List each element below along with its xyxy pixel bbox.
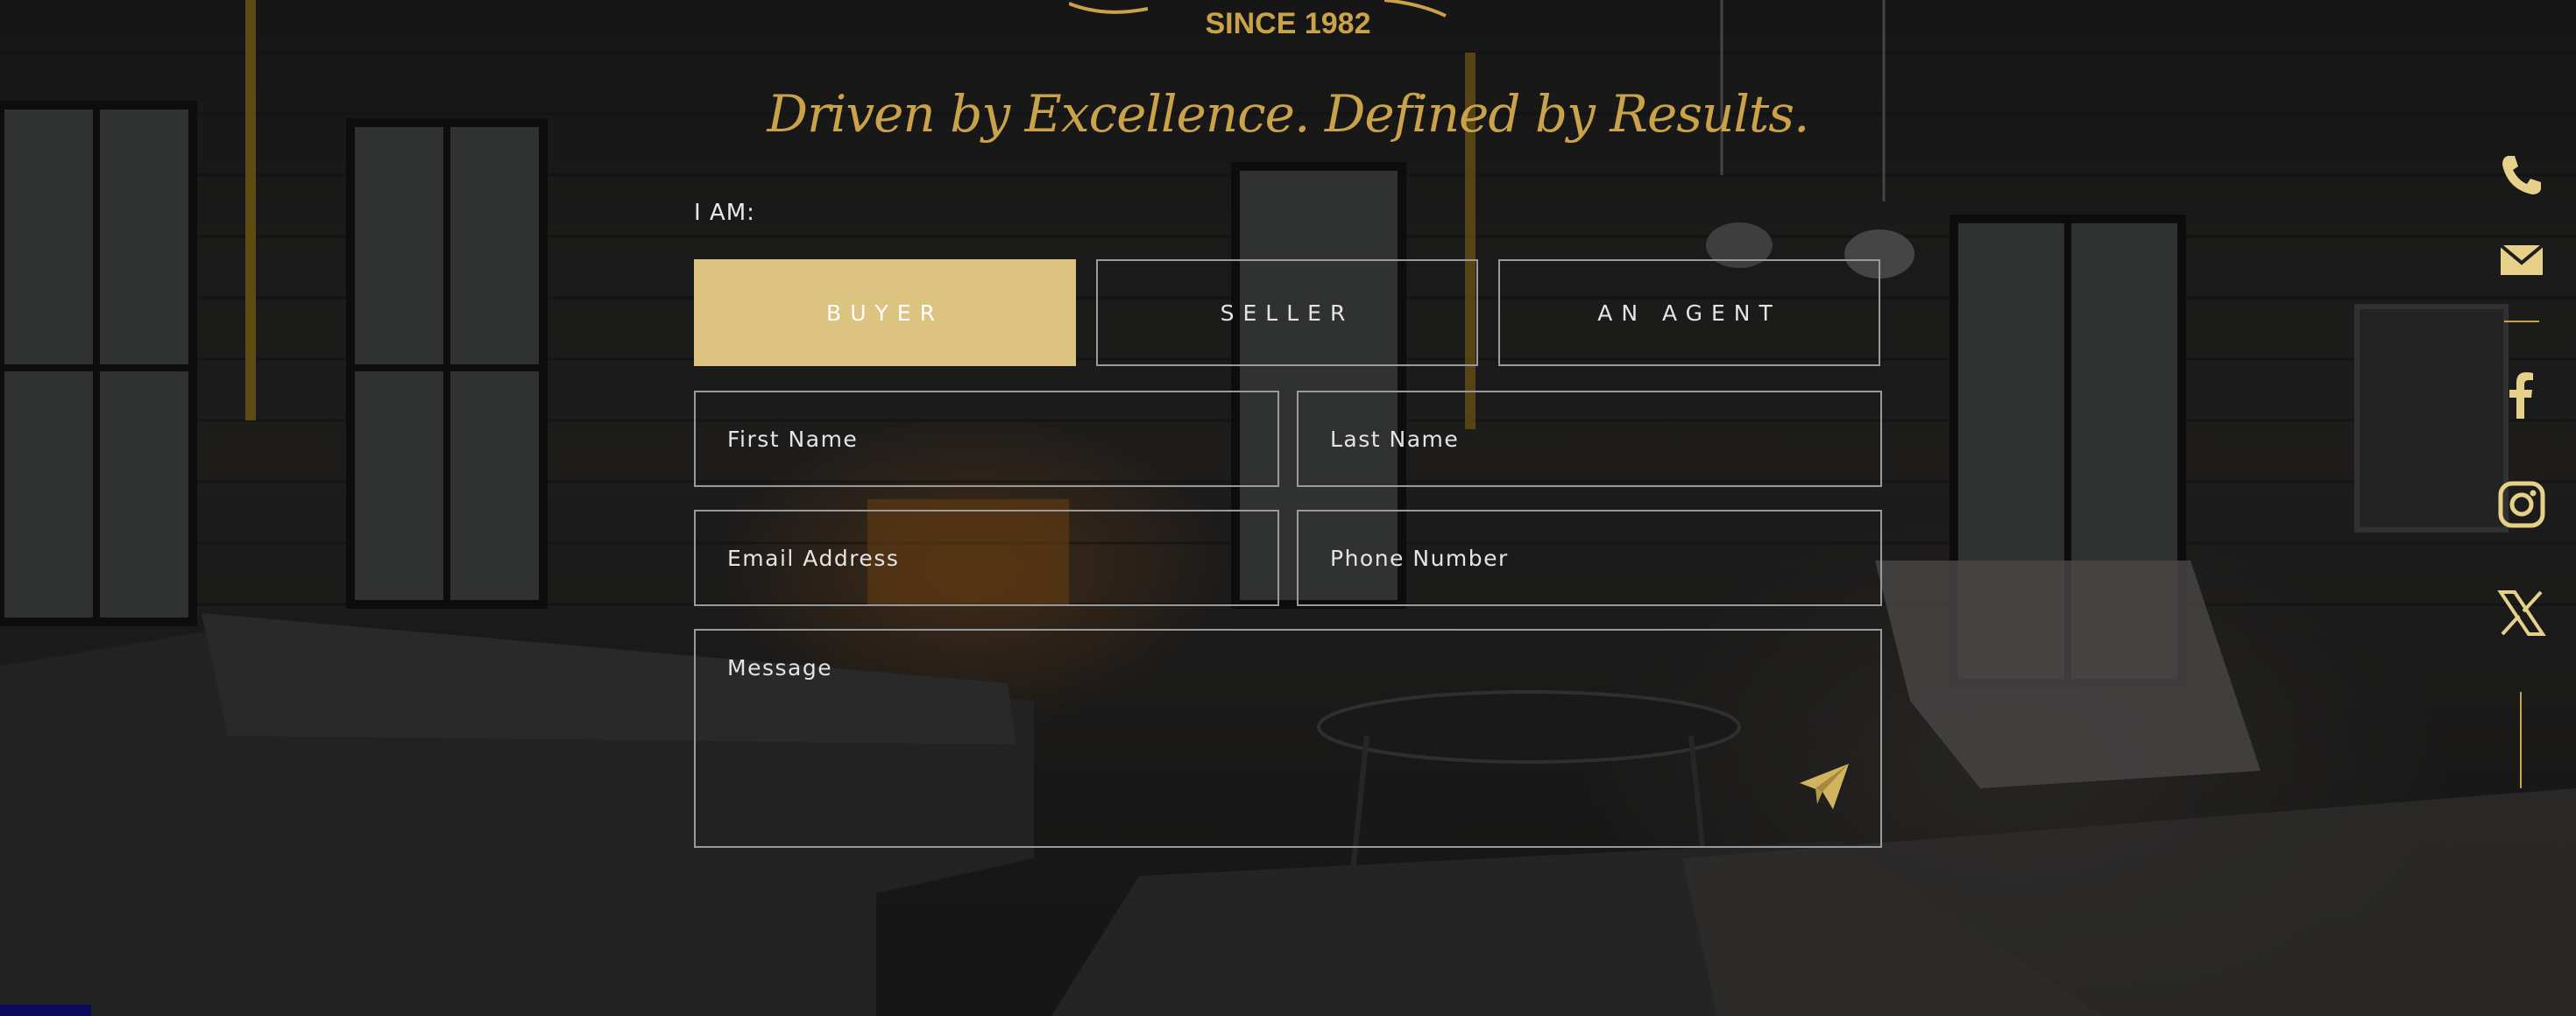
phone-icon[interactable]	[2495, 149, 2548, 201]
page-headline: Driven by Excellence. Defined by Results…	[767, 84, 1810, 144]
social-divider	[2504, 321, 2539, 322]
logo-since-text: SINCE 1982	[1205, 7, 1371, 40]
phone-input[interactable]	[1297, 510, 1882, 606]
role-selector: BUYER SELLER AN AGENT	[694, 259, 1882, 368]
x-icon[interactable]	[2495, 587, 2548, 639]
role-agent-button[interactable]: AN AGENT	[1498, 259, 1880, 366]
role-buyer-button[interactable]: BUYER	[694, 259, 1076, 366]
email-input[interactable]	[694, 510, 1279, 606]
last-name-input[interactable]	[1297, 391, 1882, 487]
message-textarea[interactable]	[694, 629, 1882, 848]
role-seller-button[interactable]: SELLER	[1096, 259, 1478, 366]
background-interior-photo	[0, 0, 2576, 1016]
social-sidebar	[2488, 149, 2558, 797]
envelope-icon[interactable]	[2495, 233, 2548, 286]
corner-indicator	[0, 1005, 91, 1016]
social-bottom-line	[2520, 692, 2522, 788]
paper-plane-icon[interactable]	[1798, 762, 1851, 811]
role-label: I AM:	[694, 200, 755, 226]
facebook-icon[interactable]	[2495, 370, 2548, 422]
first-name-input[interactable]	[694, 391, 1279, 487]
instagram-icon[interactable]	[2495, 478, 2548, 531]
dark-overlay	[0, 0, 2576, 1016]
